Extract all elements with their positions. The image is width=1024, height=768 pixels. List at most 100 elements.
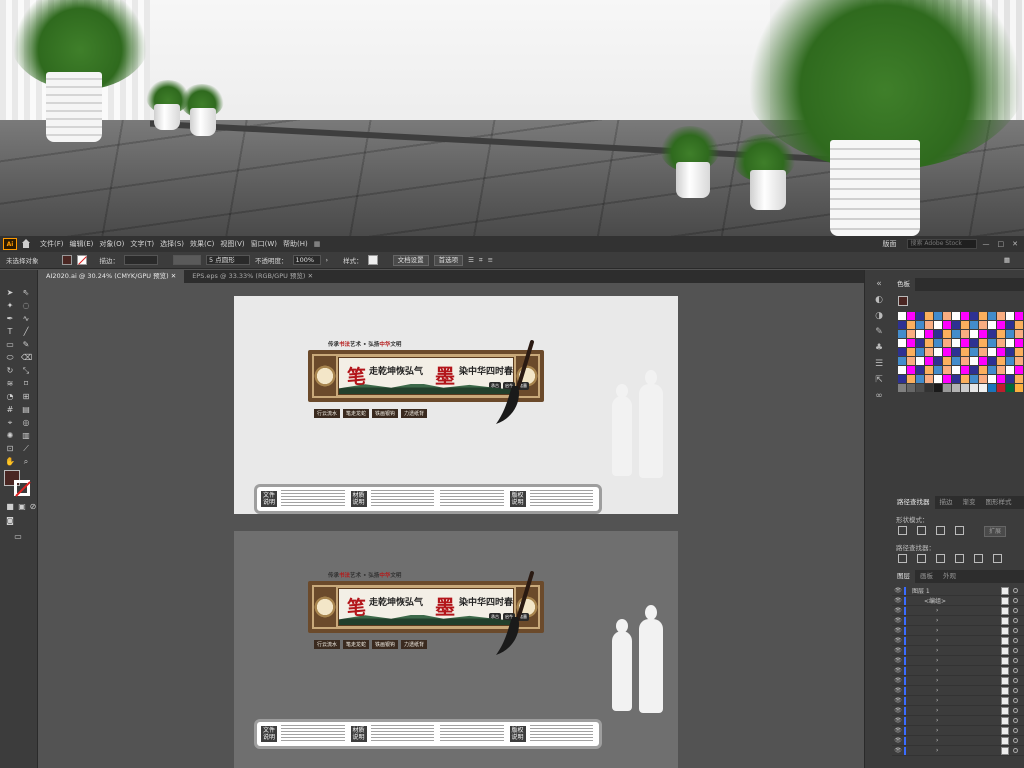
color-swatch[interactable] bbox=[997, 357, 1005, 365]
warp-tool-icon[interactable]: ≋ bbox=[5, 379, 15, 389]
color-swatch[interactable] bbox=[943, 312, 951, 320]
minimize-button[interactable]: — bbox=[983, 240, 990, 248]
selection-tool-icon[interactable]: ➤ bbox=[5, 288, 15, 298]
properties-panel-icon[interactable]: ☰ bbox=[873, 358, 885, 370]
align-icon[interactable]: ☰ bbox=[468, 256, 474, 264]
color-swatch[interactable] bbox=[979, 339, 987, 347]
color-swatch[interactable] bbox=[898, 384, 906, 392]
workspace-switcher[interactable]: 版面 bbox=[883, 239, 897, 249]
minus-front-icon[interactable] bbox=[917, 526, 926, 535]
color-swatch[interactable] bbox=[961, 312, 969, 320]
visibility-eye-icon[interactable]: 👁 bbox=[892, 707, 904, 714]
color-swatch[interactable] bbox=[961, 348, 969, 356]
color-swatch[interactable] bbox=[997, 330, 1005, 338]
color-swatch[interactable] bbox=[916, 321, 924, 329]
opacity-dropdown-icon[interactable]: › bbox=[326, 256, 329, 264]
color-swatch[interactable] bbox=[925, 384, 933, 392]
menu-object[interactable]: 对象(O) bbox=[96, 239, 127, 249]
color-swatch[interactable] bbox=[997, 348, 1005, 356]
color-swatch[interactable] bbox=[988, 366, 996, 374]
layer-row[interactable]: 👁 › bbox=[892, 686, 1024, 696]
shape-builder-tool-icon[interactable]: ◔ bbox=[5, 392, 15, 402]
lasso-tool-icon[interactable]: ◌ bbox=[21, 301, 31, 311]
color-swatch[interactable] bbox=[943, 384, 951, 392]
color-swatch[interactable] bbox=[970, 384, 978, 392]
layer-row[interactable]: 👁 › bbox=[892, 746, 1024, 756]
target-circle-icon[interactable] bbox=[1013, 648, 1018, 653]
canvas-area[interactable]: 传承书法艺术 • 弘扬中华文明 笔 走乾坤恢弘气 墨 染中华四时春 承古 启今 … bbox=[38, 283, 864, 768]
color-swatch[interactable] bbox=[907, 321, 915, 329]
transform-icon[interactable]: ⌗ bbox=[479, 256, 483, 265]
color-swatch[interactable] bbox=[970, 339, 978, 347]
opacity-field[interactable]: 100% bbox=[292, 255, 321, 265]
visibility-eye-icon[interactable]: 👁 bbox=[892, 737, 904, 744]
zoom-tool-icon[interactable]: ⌕ bbox=[21, 457, 31, 467]
column-graph-tool-icon[interactable]: ▥ bbox=[21, 431, 31, 441]
close-tab-icon[interactable]: ✕ bbox=[308, 272, 313, 280]
gradient-tool-icon[interactable]: ▤ bbox=[21, 405, 31, 415]
exclude-icon[interactable] bbox=[955, 526, 964, 535]
target-circle-icon[interactable] bbox=[1013, 598, 1018, 603]
target-circle-icon[interactable] bbox=[1013, 668, 1018, 673]
color-swatch[interactable] bbox=[961, 330, 969, 338]
color-swatch[interactable] bbox=[970, 348, 978, 356]
visibility-eye-icon[interactable]: 👁 bbox=[892, 717, 904, 724]
color-swatch[interactable] bbox=[925, 348, 933, 356]
visibility-eye-icon[interactable]: 👁 bbox=[892, 687, 904, 694]
color-swatch[interactable] bbox=[1006, 348, 1014, 356]
tab-graphic-styles[interactable]: 图形样式 bbox=[981, 496, 1017, 509]
visibility-eye-icon[interactable]: 👁 bbox=[892, 667, 904, 674]
color-swatch[interactable] bbox=[943, 339, 951, 347]
color-swatch[interactable] bbox=[988, 330, 996, 338]
color-swatch[interactable] bbox=[934, 384, 942, 392]
color-swatch[interactable] bbox=[943, 357, 951, 365]
visibility-eye-icon[interactable]: 👁 bbox=[892, 587, 904, 594]
visibility-eye-icon[interactable]: 👁 bbox=[892, 677, 904, 684]
color-swatch[interactable] bbox=[907, 357, 915, 365]
color-swatch[interactable] bbox=[1015, 330, 1023, 338]
color-swatch[interactable] bbox=[988, 348, 996, 356]
color-swatch[interactable] bbox=[1006, 339, 1014, 347]
none-mode-icon[interactable]: ⊘ bbox=[28, 502, 38, 512]
paintbrush-tool-icon[interactable]: ✎ bbox=[21, 340, 31, 350]
eraser-tool-icon[interactable]: ⌫ bbox=[21, 353, 32, 363]
symbol-sprayer-tool-icon[interactable]: ✺ bbox=[5, 431, 15, 441]
color-swatch[interactable] bbox=[1006, 321, 1014, 329]
screen-mode-icon[interactable]: ▭ bbox=[13, 532, 23, 542]
layer-row[interactable]: 👁 › bbox=[892, 656, 1024, 666]
target-circle-icon[interactable] bbox=[1013, 708, 1018, 713]
color-swatch[interactable] bbox=[934, 357, 942, 365]
visibility-eye-icon[interactable]: 👁 bbox=[892, 637, 904, 644]
color-swatch[interactable] bbox=[1015, 321, 1023, 329]
menu-help[interactable]: 帮助(H) bbox=[280, 239, 311, 249]
tab-swatches[interactable]: 色板 bbox=[892, 278, 915, 291]
brush-definition-field[interactable]: 5 点圆形 bbox=[206, 255, 250, 265]
visibility-eye-icon[interactable]: 👁 bbox=[892, 657, 904, 664]
visibility-eye-icon[interactable]: 👁 bbox=[892, 627, 904, 634]
color-swatch[interactable] bbox=[997, 339, 1005, 347]
free-transform-tool-icon[interactable]: ⌑ bbox=[21, 379, 31, 389]
graphic-style-swatch[interactable] bbox=[367, 255, 378, 265]
divide-icon[interactable] bbox=[898, 554, 907, 563]
color-swatch[interactable] bbox=[934, 339, 942, 347]
menu-effect[interactable]: 效果(C) bbox=[187, 239, 217, 249]
color-swatch[interactable] bbox=[970, 321, 978, 329]
stroke-color-box[interactable] bbox=[14, 480, 30, 496]
merge-icon[interactable] bbox=[936, 554, 945, 563]
maximize-button[interactable]: □ bbox=[998, 240, 1005, 248]
color-swatch[interactable] bbox=[961, 357, 969, 365]
color-swatch[interactable] bbox=[979, 384, 987, 392]
color-swatch[interactable] bbox=[1015, 366, 1023, 374]
color-swatch[interactable] bbox=[979, 321, 987, 329]
color-swatch[interactable] bbox=[916, 348, 924, 356]
color-swatch[interactable] bbox=[1006, 330, 1014, 338]
color-swatch[interactable] bbox=[916, 375, 924, 383]
color-swatch[interactable] bbox=[979, 330, 987, 338]
color-swatch[interactable] bbox=[997, 312, 1005, 320]
gradient-mode-icon[interactable]: ▣ bbox=[17, 502, 27, 512]
visibility-eye-icon[interactable]: 👁 bbox=[892, 727, 904, 734]
menu-select[interactable]: 选择(S) bbox=[157, 239, 187, 249]
color-swatch[interactable] bbox=[925, 330, 933, 338]
mesh-tool-icon[interactable]: # bbox=[5, 405, 15, 415]
target-circle-icon[interactable] bbox=[1013, 718, 1018, 723]
